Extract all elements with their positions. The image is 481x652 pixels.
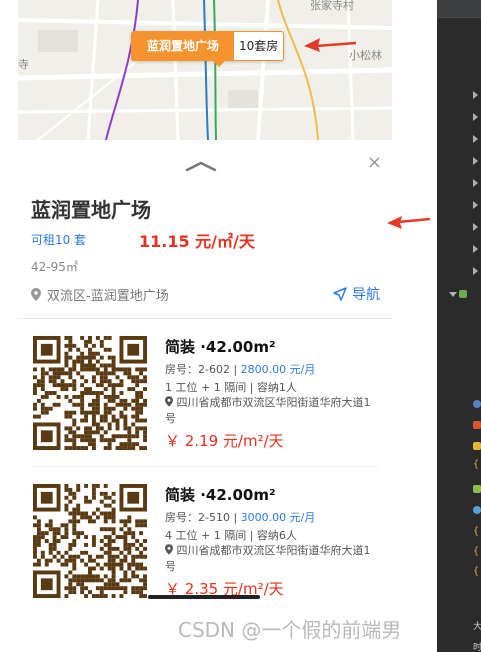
listing-room-line: 房号：2-510 | 3000.00 元/月 — [165, 509, 315, 525]
building-detail-panel: × 蓝润置地广场 可租10 套 11.15 元/㎡/天 42-95㎡ 双流区-蓝… — [18, 140, 392, 608]
listing-price: ￥ 2.19 元/m²/天 — [165, 432, 284, 450]
expand-triangle-icon[interactable] — [473, 157, 478, 165]
marker-count: 10套房 — [233, 31, 285, 61]
dom-tree-row[interactable] — [437, 172, 481, 194]
outline-label[interactable]: 大纲 — [473, 619, 481, 632]
file-icon[interactable] — [473, 442, 481, 450]
annotation-arrow-icon — [304, 38, 357, 52]
navigate-label: 导航 — [352, 287, 380, 303]
monthly-rent: 3000.00 元/月 — [240, 511, 316, 524]
debug-icon[interactable] — [473, 400, 481, 408]
expand-triangle-icon[interactable] — [473, 245, 478, 253]
dom-tree-row[interactable] — [437, 216, 481, 238]
json-brace-icon: { — [473, 566, 480, 577]
room-number: 房号：2-510 | — [165, 511, 241, 524]
expand-triangle-icon[interactable] — [473, 113, 478, 121]
marker-name: 蓝润置地广场 — [131, 31, 234, 61]
listing-address-text: 四川省成都市双流区华阳街道华府大道1号 — [165, 396, 371, 425]
navigate-button[interactable]: 导航 — [333, 284, 380, 304]
json-brace-icon: { — [473, 526, 480, 537]
map-marker[interactable]: 蓝润置地广场 10套房 — [131, 31, 285, 67]
listing-address: 四川省成都市双流区华阳街道华府大道1号 — [165, 543, 377, 575]
json-brace-icon: { — [473, 459, 480, 470]
map-roads — [18, 0, 392, 140]
listing-address-text: 四川省成都市双流区华阳街道华府大道1号 — [165, 544, 371, 573]
expand-triangle-icon[interactable] — [473, 179, 478, 187]
listing-title: 简装 ·42.00m² — [165, 338, 276, 356]
available-count: 可租10 套 — [31, 233, 87, 247]
qr-code-image — [33, 336, 147, 450]
dom-tree-row[interactable] — [437, 238, 481, 260]
vue-icon[interactable] — [473, 506, 481, 514]
area-range: 42-95㎡ — [31, 260, 78, 274]
listing-address: 四川省成都市双流区华阳街道华府大道1号 — [165, 395, 377, 427]
location-pin-icon — [31, 288, 41, 301]
timeline-label[interactable]: 时间 — [473, 640, 481, 652]
dom-tree-row[interactable] — [437, 260, 481, 282]
section-divider — [18, 318, 392, 319]
devtools-panel: { { { { 大纲 时间 — [437, 0, 481, 652]
map-view[interactable]: 张家寺村 小松林 寺 蓝润置地广场 10套房 — [18, 0, 392, 140]
listing-title: 简装 ·42.00m² — [165, 486, 276, 504]
dom-tree-row[interactable] — [437, 84, 481, 106]
expand-triangle-icon[interactable] — [473, 91, 478, 99]
home-indicator — [148, 595, 260, 599]
listing-layout: 1 工位 + 1 隔间 | 容纳1人 — [165, 381, 297, 394]
git-icon[interactable] — [473, 421, 481, 429]
expand-triangle-icon[interactable] — [473, 201, 478, 209]
dom-tree-row[interactable] — [437, 128, 481, 150]
building-price: 11.15 元/㎡/天 — [139, 232, 255, 251]
map-place-label: 张家寺村 — [310, 0, 354, 12]
monthly-rent: 2800.00 元/月 — [240, 363, 316, 376]
phone-screen: 张家寺村 小松林 寺 蓝润置地广场 10套房 × 蓝润置地广场 可租10 套 1… — [18, 0, 392, 608]
dom-tree-row[interactable] — [437, 194, 481, 216]
settings-icon[interactable] — [473, 485, 481, 493]
close-icon[interactable]: × — [367, 154, 382, 172]
navigation-arrow-icon — [333, 287, 347, 301]
collapse-triangle-icon[interactable] — [449, 292, 457, 297]
devtools-header — [437, 0, 481, 18]
json-brace-icon: { — [473, 546, 480, 557]
expand-triangle-icon[interactable] — [473, 223, 478, 231]
node-icon — [459, 290, 467, 298]
listing-divider — [31, 466, 379, 467]
expand-triangle-icon[interactable] — [473, 267, 478, 275]
building-title: 蓝润置地广场 — [31, 198, 151, 222]
qr-code-image — [33, 484, 147, 598]
location-pin-icon — [165, 396, 173, 407]
watermark: CSDN @一个假的前端男 — [178, 618, 402, 642]
listing-layout: 4 工位 + 1 隔间 | 容纳6人 — [165, 529, 297, 542]
map-place-label: 寺 — [18, 58, 29, 71]
dom-tree-row[interactable] — [437, 150, 481, 172]
location-pin-icon — [165, 544, 173, 555]
address-text: 双流区-蓝润置地广场 — [47, 289, 169, 304]
listing-card[interactable]: 简装 ·42.00m² 房号：2-602 | 2800.00 元/月 1 工位 … — [31, 336, 379, 476]
room-number: 房号：2-602 | — [165, 363, 241, 376]
marker-pointer — [213, 61, 225, 67]
listing-room-line: 房号：2-602 | 2800.00 元/月 — [165, 361, 315, 377]
chevron-up-icon[interactable] — [185, 160, 217, 172]
building-address: 双流区-蓝润置地广场 — [31, 285, 169, 304]
listing-card[interactable]: 简装 ·42.00m² 房号：2-510 | 3000.00 元/月 4 工位 … — [31, 484, 379, 608]
annotation-arrow-icon — [387, 216, 431, 229]
expand-triangle-icon[interactable] — [473, 135, 478, 143]
dom-tree-row[interactable] — [437, 106, 481, 128]
